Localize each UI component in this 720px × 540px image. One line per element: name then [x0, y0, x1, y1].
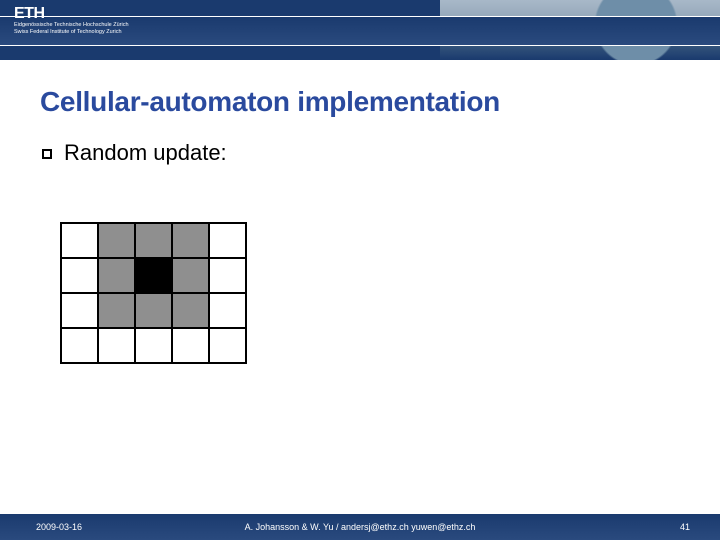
grid-cell-white	[135, 328, 172, 363]
grid-cell-white	[209, 293, 246, 328]
grid-cell-grey	[135, 293, 172, 328]
logo-subtitle-de: Eidgenössische Technische Hochschule Zür…	[14, 22, 134, 29]
logo-main: ETH	[14, 6, 134, 22]
logo-subtitle-en: Swiss Federal Institute of Technology Zu…	[14, 29, 134, 36]
grid-cell-white	[61, 223, 98, 258]
bullet-item: Random update:	[42, 140, 227, 166]
cellular-automaton-grid	[60, 222, 247, 364]
grid-cell-white	[61, 328, 98, 363]
grid-cell-grey	[98, 258, 135, 293]
grid-cell-white	[98, 328, 135, 363]
grid-cell-white	[209, 223, 246, 258]
grid-cell-grey	[98, 223, 135, 258]
grid-cell-white	[172, 328, 209, 363]
grid-cell-white	[209, 328, 246, 363]
grid-cell-grey	[172, 223, 209, 258]
eth-logo: ETH Eidgenössische Technische Hochschule…	[14, 6, 134, 35]
bullet-marker-icon	[42, 149, 52, 159]
grid-cell-grey	[172, 258, 209, 293]
footer-page-number: 41	[680, 522, 690, 532]
grid-cell-grey	[98, 293, 135, 328]
grid-cell-white	[209, 258, 246, 293]
slide-footer: 2009-03-16 A. Johansson & W. Yu / anders…	[0, 513, 720, 540]
grid-cell-white	[61, 293, 98, 328]
grid-cell-grey	[172, 293, 209, 328]
grid-cell-grey	[135, 223, 172, 258]
slide-header: ETH Eidgenössische Technische Hochschule…	[0, 0, 720, 60]
grid-cell-black	[135, 258, 172, 293]
footer-date: 2009-03-16	[36, 522, 82, 532]
footer-authors: A. Johansson & W. Yu / andersj@ethz.ch y…	[245, 522, 476, 532]
grid-cell-white	[61, 258, 98, 293]
slide-title: Cellular-automaton implementation	[40, 86, 500, 118]
bullet-text: Random update:	[64, 140, 227, 166]
